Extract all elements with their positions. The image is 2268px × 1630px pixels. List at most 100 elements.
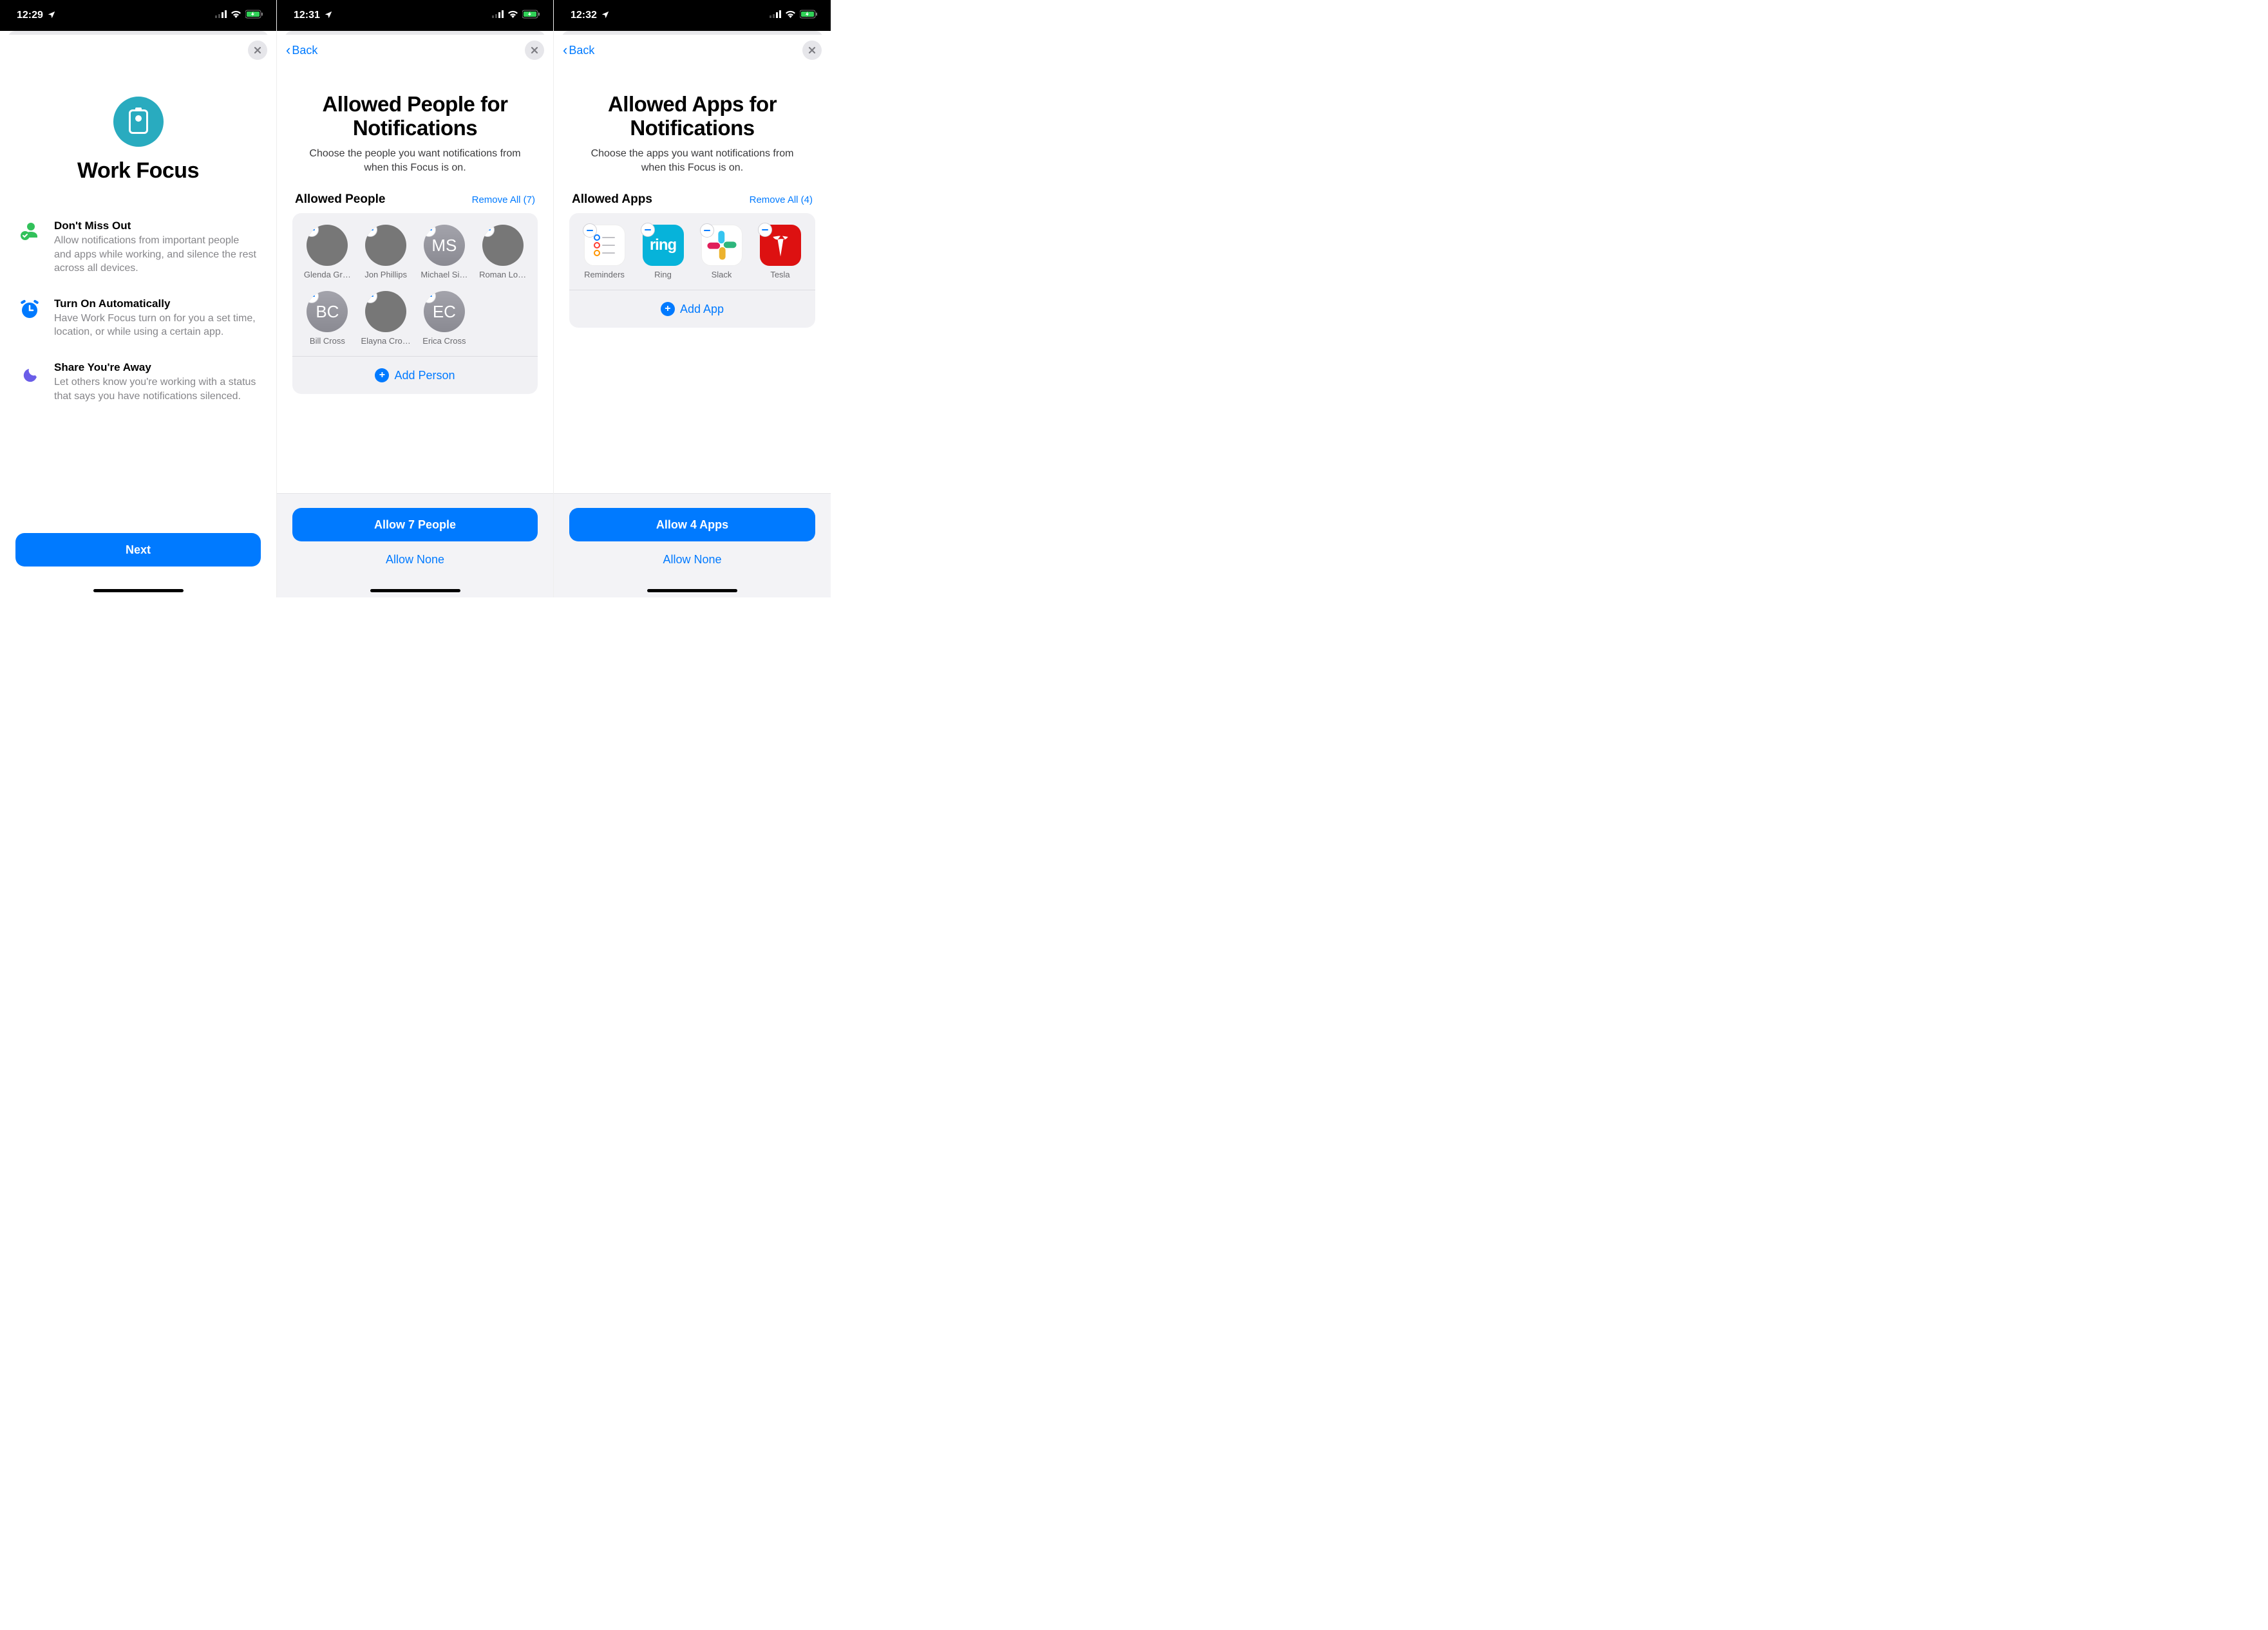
remove-badge[interactable]	[482, 225, 495, 237]
contact-initials: MS	[424, 225, 465, 266]
person-cell[interactable]: Elayna Cro…	[357, 288, 415, 351]
app-icon	[760, 225, 801, 266]
phone-screen-3: 12:32 ‹ Back Allowed Apps for Notificati…	[554, 0, 831, 597]
location-icon	[47, 10, 56, 21]
person-cell[interactable]: Glenda Gr…	[299, 222, 356, 285]
allowed-people-card: Glenda Gr… Jon Phillips MS Michael Si… Roman…	[292, 213, 538, 394]
contact-photo	[482, 225, 524, 266]
close-button[interactable]	[802, 41, 822, 60]
person-name: Michael Si…	[421, 270, 468, 279]
app-cell[interactable]: Reminders	[576, 222, 633, 285]
chevron-left-icon: ‹	[286, 43, 290, 57]
wifi-icon	[507, 10, 518, 21]
section-title: Allowed People	[295, 192, 385, 207]
remove-badge[interactable]	[424, 291, 436, 303]
section-title: Allowed Apps	[572, 192, 652, 207]
person-name: Roman Lo…	[479, 270, 526, 279]
allow-people-label: Allow 7 People	[374, 518, 456, 532]
feature-share-away: Share You're Away Let others know you're…	[18, 361, 258, 403]
next-button[interactable]: Next	[15, 533, 261, 567]
app-icon	[701, 225, 742, 266]
status-bar: 12:29	[0, 0, 276, 31]
remove-badge[interactable]	[307, 291, 319, 303]
contact-photo	[365, 291, 406, 332]
cellular-icon	[215, 10, 227, 21]
location-icon	[324, 10, 333, 21]
remove-badge[interactable]	[424, 225, 436, 237]
allowed-apps-card: Reminders ring Ring Slack Tesla + Add App	[569, 213, 815, 328]
close-button[interactable]	[248, 41, 267, 60]
feature-title: Share You're Away	[54, 361, 258, 374]
app-cell[interactable]: ring Ring	[634, 222, 692, 285]
contact-initials: BC	[307, 291, 348, 332]
home-indicator[interactable]	[93, 589, 184, 592]
close-button[interactable]	[525, 41, 544, 60]
remove-all-button[interactable]: Remove All (7)	[472, 194, 535, 205]
person-name: Jon Phillips	[364, 270, 407, 279]
app-cell[interactable]: Tesla	[751, 222, 809, 285]
remove-badge[interactable]	[583, 223, 597, 238]
page-description: Choose the apps you want notifications f…	[554, 140, 831, 174]
feature-turn-on-automatically: Turn On Automatically Have Work Focus tu…	[18, 297, 258, 339]
app-name: Tesla	[770, 270, 789, 279]
home-indicator[interactable]	[647, 589, 737, 592]
home-indicator[interactable]	[370, 589, 460, 592]
page-description: Choose the people you want notifications…	[277, 140, 553, 174]
remove-badge[interactable]	[307, 225, 319, 237]
status-time: 12:32	[571, 10, 597, 21]
feature-desc: Let others know you're working with a st…	[54, 375, 258, 403]
app-name: Slack	[712, 270, 732, 279]
person-cell[interactable]: BC Bill Cross	[299, 288, 356, 351]
remove-badge[interactable]	[641, 223, 655, 237]
person-cell[interactable]: EC Erica Cross	[416, 288, 473, 351]
allow-none-button[interactable]: Allow None	[569, 553, 815, 567]
person-name: Bill Cross	[310, 336, 345, 346]
chevron-left-icon: ‹	[563, 43, 567, 57]
add-app-button[interactable]: + Add App	[576, 290, 809, 328]
moon-icon	[18, 361, 41, 384]
status-bar: 12:31	[277, 0, 553, 31]
app-icon: ring	[643, 225, 684, 266]
battery-icon	[800, 10, 818, 22]
add-person-button[interactable]: + Add Person	[299, 357, 531, 394]
person-cell[interactable]: MS Michael Si…	[416, 222, 473, 285]
person-name: Erica Cross	[422, 336, 466, 346]
contact-photo	[307, 225, 348, 266]
remove-badge[interactable]	[365, 291, 377, 303]
remove-badge[interactable]	[758, 223, 772, 237]
back-label: Back	[292, 44, 317, 57]
allow-apps-button[interactable]: Allow 4 Apps	[569, 508, 815, 541]
app-name: Reminders	[584, 270, 625, 279]
page-title: Allowed Apps for Notifications	[554, 93, 831, 140]
allow-people-button[interactable]: Allow 7 People	[292, 508, 538, 541]
app-cell[interactable]: Slack	[693, 222, 750, 285]
next-button-label: Next	[126, 543, 151, 557]
app-name: Ring	[654, 270, 672, 279]
feature-dont-miss-out: Don't Miss Out Allow notifications from …	[18, 220, 258, 276]
battery-icon	[522, 10, 540, 22]
allow-none-button[interactable]: Allow None	[292, 553, 538, 567]
page-title: Allowed People for Notifications	[277, 93, 553, 140]
contact-photo	[365, 225, 406, 266]
wifi-icon	[785, 10, 796, 21]
back-button[interactable]: ‹ Back	[563, 43, 594, 57]
phone-screen-1: 12:29 Work Focus	[0, 0, 277, 597]
contact-initials: EC	[424, 291, 465, 332]
wifi-icon	[231, 10, 241, 21]
cellular-icon	[770, 10, 781, 21]
cellular-icon	[492, 10, 504, 21]
plus-icon: +	[375, 368, 389, 382]
person-cell[interactable]: Roman Lo…	[474, 222, 531, 285]
feature-desc: Allow notifications from important peopl…	[54, 234, 258, 276]
remove-badge[interactable]	[700, 223, 714, 238]
plus-icon: +	[661, 302, 675, 316]
battery-icon	[245, 10, 263, 22]
work-focus-hero-icon	[113, 97, 164, 147]
back-button[interactable]: ‹ Back	[286, 43, 317, 57]
person-check-icon	[18, 220, 41, 243]
status-bar: 12:32	[554, 0, 831, 31]
remove-all-button[interactable]: Remove All (4)	[750, 194, 813, 205]
remove-badge[interactable]	[365, 225, 377, 237]
person-name: Glenda Gr…	[304, 270, 351, 279]
person-cell[interactable]: Jon Phillips	[357, 222, 415, 285]
